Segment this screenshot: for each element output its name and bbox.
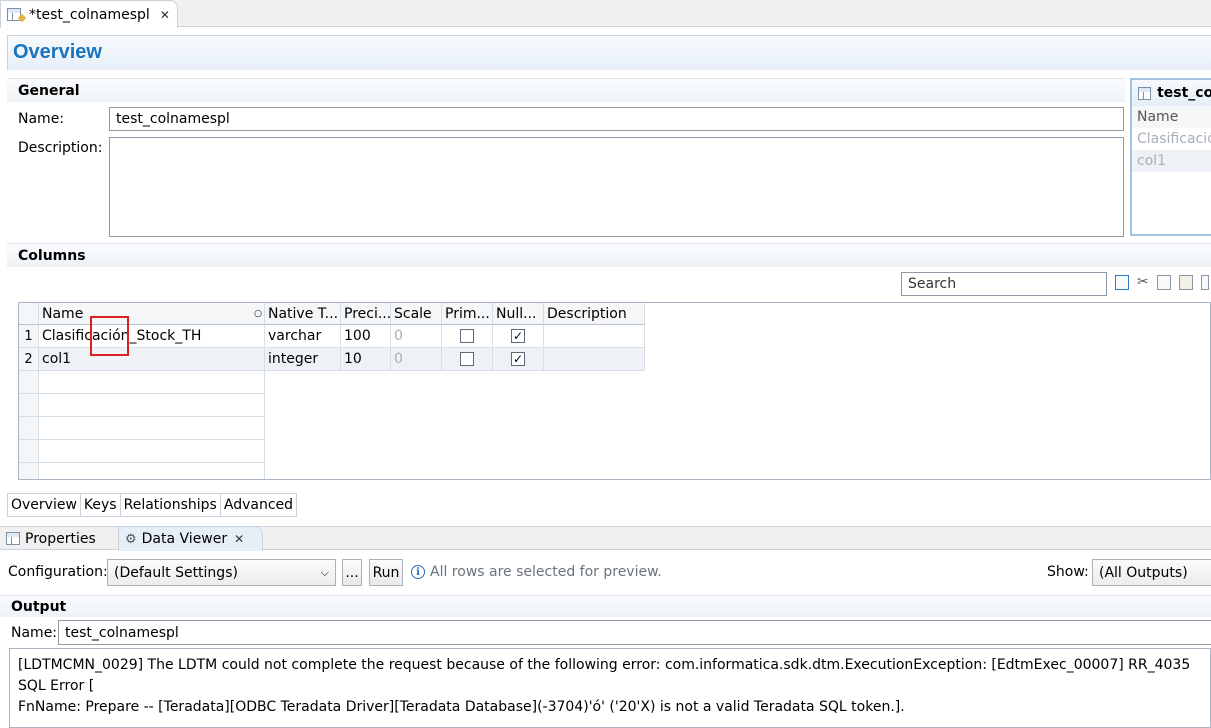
cell-name[interactable]: col1 bbox=[39, 348, 265, 371]
cell-nullable: ✓ bbox=[493, 348, 544, 371]
description-input[interactable] bbox=[109, 137, 1124, 237]
empty-row bbox=[39, 417, 265, 440]
cell-primary bbox=[442, 348, 493, 371]
empty-row bbox=[39, 463, 265, 479]
output-name-label: Name: bbox=[11, 625, 58, 641]
column-header-primary[interactable]: Prim... bbox=[442, 303, 493, 325]
output-section-heading: Output bbox=[0, 595, 1211, 617]
empty-row bbox=[19, 463, 39, 479]
row-number-header bbox=[19, 303, 39, 325]
empty-row bbox=[39, 440, 265, 463]
cell-description[interactable] bbox=[544, 325, 645, 348]
columns-section-heading: Columns bbox=[7, 243, 1211, 267]
empty-row bbox=[19, 394, 39, 417]
tab-properties-label: Properties bbox=[25, 530, 96, 547]
column-header-description[interactable]: Description bbox=[544, 303, 645, 325]
run-button[interactable]: Run bbox=[369, 559, 403, 586]
preview-title: test_col bbox=[1157, 85, 1211, 101]
editor-tab-strip bbox=[0, 0, 1211, 27]
overview-header bbox=[7, 35, 1211, 70]
preview-column-header: Name bbox=[1132, 106, 1211, 128]
properties-icon bbox=[6, 532, 20, 545]
column-header-scale[interactable]: Scale bbox=[391, 303, 442, 325]
cut-icon[interactable]: ✂ bbox=[1137, 275, 1149, 290]
close-icon[interactable]: ✕ bbox=[234, 532, 244, 546]
cell-description[interactable] bbox=[544, 348, 645, 371]
highlight-annotation bbox=[90, 316, 129, 356]
column-header-nullable[interactable]: Null... bbox=[493, 303, 544, 325]
preview-panel: test_col Name Clasificació col1 bbox=[1130, 78, 1211, 236]
cell-name[interactable]: Clasificación_Stock_TH bbox=[39, 325, 265, 348]
cell-precision[interactable]: 100 bbox=[341, 325, 391, 348]
editor-tab-title: *test_colnamespl bbox=[29, 6, 150, 23]
preview-header: test_col bbox=[1132, 80, 1211, 106]
name-input[interactable]: test_colnamespl bbox=[109, 107, 1124, 131]
table-icon bbox=[1138, 86, 1152, 100]
new-column-icon[interactable] bbox=[1115, 275, 1129, 290]
info-text: All rows are selected for preview. bbox=[430, 564, 662, 580]
chevron-down-icon: ⌵ bbox=[320, 565, 329, 579]
empty-row bbox=[19, 371, 39, 394]
error-line: [LDTMCMN_0029] The LDTM could not comple… bbox=[18, 657, 1191, 694]
cell-precision[interactable]: 10 bbox=[341, 348, 391, 371]
column-header-native-type[interactable]: Native T... bbox=[265, 303, 341, 325]
tab-advanced[interactable]: Advanced bbox=[221, 494, 296, 516]
cell-scale[interactable]: 0 bbox=[391, 348, 442, 371]
tab-data-viewer[interactable]: ⚙ Data Viewer ✕ bbox=[118, 526, 263, 551]
search-input[interactable]: Search bbox=[901, 272, 1107, 296]
column-header-name[interactable]: Name ○ bbox=[39, 303, 265, 325]
editor-page-tabs: Overview Keys Relationships Advanced bbox=[7, 493, 298, 517]
error-message-area[interactable]: [LDTMCMN_0029] The LDTM could not comple… bbox=[9, 648, 1211, 728]
empty-row bbox=[39, 371, 265, 394]
info-icon: i bbox=[411, 565, 425, 579]
row-number: 1 bbox=[19, 325, 39, 348]
cell-primary bbox=[442, 325, 493, 348]
error-line: FnName: Prepare -- [Teradata][ODBC Terad… bbox=[18, 699, 905, 715]
column-header-label: Name bbox=[42, 305, 84, 322]
info-message: i All rows are selected for preview. bbox=[411, 564, 662, 580]
paste-icon[interactable] bbox=[1178, 275, 1193, 290]
show-select[interactable]: (All Outputs) bbox=[1092, 559, 1211, 586]
editor-tab[interactable]: *test_colnamespl ✕ bbox=[0, 0, 178, 28]
cell-native-type[interactable]: integer bbox=[265, 348, 341, 371]
delete-icon[interactable] bbox=[1200, 275, 1209, 290]
preview-row: col1 bbox=[1132, 150, 1211, 172]
primary-checkbox[interactable] bbox=[460, 329, 474, 343]
configuration-browse-button[interactable]: ... bbox=[342, 559, 362, 586]
nullable-checkbox[interactable]: ✓ bbox=[511, 329, 525, 343]
preview-row: Clasificació bbox=[1137, 131, 1211, 147]
sort-icon: ○ bbox=[254, 308, 262, 319]
columns-toolbar: ✂ bbox=[1115, 275, 1209, 290]
show-label: Show: bbox=[1047, 564, 1089, 580]
row-number: 2 bbox=[19, 348, 39, 371]
configuration-select[interactable]: (Default Settings) ⌵ bbox=[107, 559, 336, 586]
empty-row bbox=[39, 394, 265, 417]
data-viewer-icon: ⚙ bbox=[125, 531, 137, 547]
general-section-heading: General bbox=[7, 78, 1125, 102]
configuration-value: (Default Settings) bbox=[114, 564, 238, 581]
output-name-input[interactable]: test_colnamespl bbox=[58, 620, 1211, 645]
configuration-label: Configuration: bbox=[8, 564, 108, 580]
show-value: (All Outputs) bbox=[1099, 564, 1188, 581]
tab-overview[interactable]: Overview bbox=[8, 494, 81, 516]
cell-native-type[interactable]: varchar bbox=[265, 325, 341, 348]
tab-data-viewer-label: Data Viewer bbox=[141, 531, 228, 547]
primary-checkbox[interactable] bbox=[460, 352, 474, 366]
nullable-checkbox[interactable]: ✓ bbox=[511, 352, 525, 366]
tab-keys[interactable]: Keys bbox=[81, 494, 121, 516]
tab-relationships[interactable]: Relationships bbox=[121, 494, 221, 516]
empty-row bbox=[19, 440, 39, 463]
cell-nullable: ✓ bbox=[493, 325, 544, 348]
name-label: Name: bbox=[18, 111, 65, 127]
tab-properties[interactable]: Properties bbox=[0, 526, 96, 551]
empty-row bbox=[19, 417, 39, 440]
close-icon[interactable]: ✕ bbox=[160, 8, 170, 22]
page-title: Overview bbox=[13, 41, 102, 63]
cell-scale[interactable]: 0 bbox=[391, 325, 442, 348]
description-label: Description: bbox=[18, 140, 103, 156]
column-header-precision[interactable]: Preci... bbox=[341, 303, 391, 325]
copy-icon[interactable] bbox=[1156, 275, 1171, 290]
